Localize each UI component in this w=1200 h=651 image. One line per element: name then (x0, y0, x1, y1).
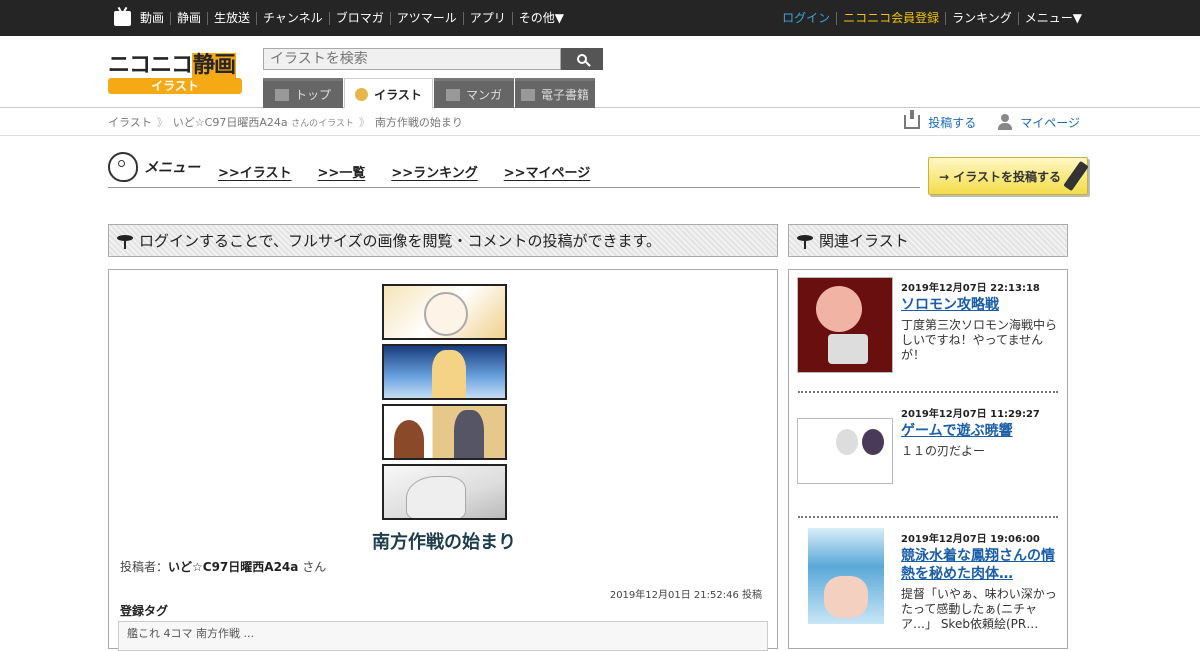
search-input[interactable] (263, 48, 561, 70)
related-date: 2019年12月07日 11:29:27 (901, 409, 1040, 420)
related-item: 2019年12月07日 11:29:27 ゲームで遊ぶ暁響 １１の刃だよー (797, 403, 1059, 503)
related-divider (798, 516, 1058, 518)
palette-icon (355, 87, 369, 101)
account-nav: ログイン ニコニコ会員登録 ランキング メニュー▼ (776, 0, 1088, 36)
related-illust-header: 関連イラスト (788, 224, 1068, 257)
tab-top[interactable]: トップ (263, 78, 343, 108)
menu-links: >>イラスト >>一覧 >>ランキング >>マイページ (218, 162, 616, 181)
poster-info: 投稿者：いど☆C97日曜西A24a さん (120, 560, 327, 574)
related-meta: 2019年12月07日 22:13:18 ソロモン攻略戦 丁度第三次ソロモン海戦… (901, 279, 1061, 363)
menu-link-ranking[interactable]: >>ランキング (391, 162, 477, 181)
search-icon (577, 54, 587, 64)
related-description: 丁度第三次ソロモン海戦中らしいですね！やってませんが！ (901, 318, 1058, 362)
user-actions: 投稿する マイページ (882, 108, 1080, 136)
sprout-icon (797, 233, 813, 249)
related-title-link[interactable]: ソロモン攻略戦 (901, 296, 1061, 314)
home-icon (274, 88, 289, 101)
related-meta: 2019年12月07日 11:29:27 ゲームで遊ぶ暁響 １１の刃だよー (901, 405, 1061, 459)
register-link[interactable]: ニコニコ会員登録 (836, 11, 945, 25)
nav-other-dropdown[interactable]: その他▼ (511, 11, 570, 25)
upload-icon (904, 110, 921, 129)
site-logo[interactable]: ニコニコ静画 イラスト (108, 47, 242, 94)
related-date: 2019年12月07日 19:06:00 (901, 534, 1040, 545)
breadcrumb-separator: 》 (156, 116, 168, 129)
manga-panel (382, 464, 507, 520)
illust-title: 南方作戦の始まり (372, 532, 516, 553)
related-item: 2019年12月07日 22:13:18 ソロモン攻略戦 丁度第三次ソロモン海戦… (797, 277, 1059, 377)
breadcrumb: イラスト 》 いど☆C97日曜西A24a さんのイラスト 》 南方作戦の始まり … (0, 108, 1200, 136)
related-meta: 2019年12月07日 19:06:00 競泳水着な鳳翔さんの情熱を秘めた肉体…… (901, 530, 1061, 632)
user-icon (998, 114, 1013, 130)
sprout-icon (117, 233, 133, 249)
manga-panel (382, 404, 507, 460)
manga-panel (382, 284, 507, 340)
mypage-link[interactable]: マイページ (998, 114, 1080, 131)
manga-panel (382, 344, 507, 400)
manga-icon (445, 88, 460, 101)
poster-name-link[interactable]: いど☆C97日曜西A24a (168, 560, 298, 574)
breadcrumb-current: 南方作戦の始まり (374, 116, 463, 129)
logo-subtitle: イラスト (108, 78, 242, 94)
book-icon (520, 88, 535, 101)
illust-menu: メニュー >>イラスト >>一覧 >>ランキング >>マイページ (108, 152, 920, 188)
nav-seiga[interactable]: 静画 (170, 11, 207, 25)
related-thumbnail[interactable] (797, 277, 893, 373)
menu-link-illust[interactable]: >>イラスト (218, 162, 292, 181)
search-form (263, 48, 603, 70)
related-date: 2019年12月07日 22:13:18 (901, 283, 1040, 294)
related-item: 2019年12月07日 19:06:00 競泳水着な鳳翔さんの情熱を秘めた肉体…… (797, 528, 1059, 631)
niconico-tv-icon[interactable] (114, 10, 131, 26)
menu-logo: メニュー (108, 152, 200, 182)
breadcrumb-trail: イラスト 》 いど☆C97日曜西A24a さんのイラスト 》 南方作戦の始まり (108, 108, 463, 136)
related-illust-panel: 2019年12月07日 22:13:18 ソロモン攻略戦 丁度第三次ソロモン海戦… (788, 269, 1068, 649)
related-thumbnail[interactable] (808, 528, 884, 624)
service-links: 動画 静画 生放送 チャンネル ブロマガ アツマール アプリ その他▼ (140, 11, 570, 25)
ranking-link[interactable]: ランキング (945, 11, 1018, 25)
nav-live[interactable]: 生放送 (207, 11, 256, 25)
illust-image[interactable] (382, 284, 507, 524)
breadcrumb-root[interactable]: イラスト (108, 114, 152, 130)
menu-link-list[interactable]: >>一覧 (318, 162, 366, 181)
search-button[interactable] (561, 48, 603, 70)
nav-blomaga[interactable]: ブロマガ (328, 11, 390, 25)
related-title-link[interactable]: 競泳水着な鳳翔さんの情熱を秘めた肉体… (901, 547, 1061, 583)
tab-ebook[interactable]: 電子書籍 (515, 78, 595, 108)
illust-detail-panel: 南方作戦の始まり 投稿者：いど☆C97日曜西A24a さん 2019年12月01… (108, 269, 778, 651)
tab-illust[interactable]: イラスト (344, 78, 433, 109)
tags-heading: 登録タグ (120, 604, 169, 618)
nav-app[interactable]: アプリ (462, 11, 512, 25)
post-illust-button[interactable]: → イラストを投稿する (928, 157, 1089, 195)
palette-icon (108, 152, 138, 182)
menu-dropdown[interactable]: メニュー▼ (1017, 11, 1088, 25)
tab-manga[interactable]: マンガ (434, 78, 514, 108)
nav-channel[interactable]: チャンネル (256, 11, 329, 25)
login-notice-header: ログインすることで、フルサイズの画像を閲覧・コメントの投稿ができます。 (108, 224, 778, 257)
login-link[interactable]: ログイン (776, 11, 836, 25)
breadcrumb-user[interactable]: いど☆C97日曜西A24a さんのイラスト (173, 114, 354, 130)
posted-date: 2019年12月01日 21:52:46 投稿 (609, 590, 762, 601)
tags-list[interactable]: 艦これ 4コマ 南方作戦 ... (118, 621, 768, 651)
site-header: ニコニコ静画 イラスト トップ イラスト マンガ 電子書籍 (0, 36, 1200, 109)
nav-atsumaru[interactable]: アツマール (389, 11, 463, 25)
related-description: １１の刃だよー (901, 444, 986, 458)
service-nav: 動画 静画 生放送 チャンネル ブロマガ アツマール アプリ その他▼ (114, 0, 570, 36)
breadcrumb-separator: 》 (358, 116, 370, 129)
logo-text: ニコニコ静画 (108, 53, 236, 78)
related-description: 提督「いやぁ、味わい深かったって感動したぁ(ニチャア…」 Skeb依頼絵(PR… (901, 587, 1057, 631)
related-thumbnail[interactable] (797, 418, 893, 484)
nav-douga[interactable]: 動画 (140, 11, 170, 25)
top-navigation-bar: 動画 静画 生放送 チャンネル ブロマガ アツマール アプリ その他▼ ログイン… (0, 0, 1200, 36)
related-divider (798, 391, 1058, 393)
pen-icon (1063, 160, 1089, 192)
related-title-link[interactable]: ゲームで遊ぶ暁響 (901, 422, 1061, 440)
menu-link-mypage[interactable]: >>マイページ (504, 162, 591, 181)
post-link[interactable]: 投稿する (904, 110, 976, 131)
menu-title: メニュー (144, 160, 200, 176)
section-tabs: トップ イラスト マンガ 電子書籍 (263, 78, 596, 109)
